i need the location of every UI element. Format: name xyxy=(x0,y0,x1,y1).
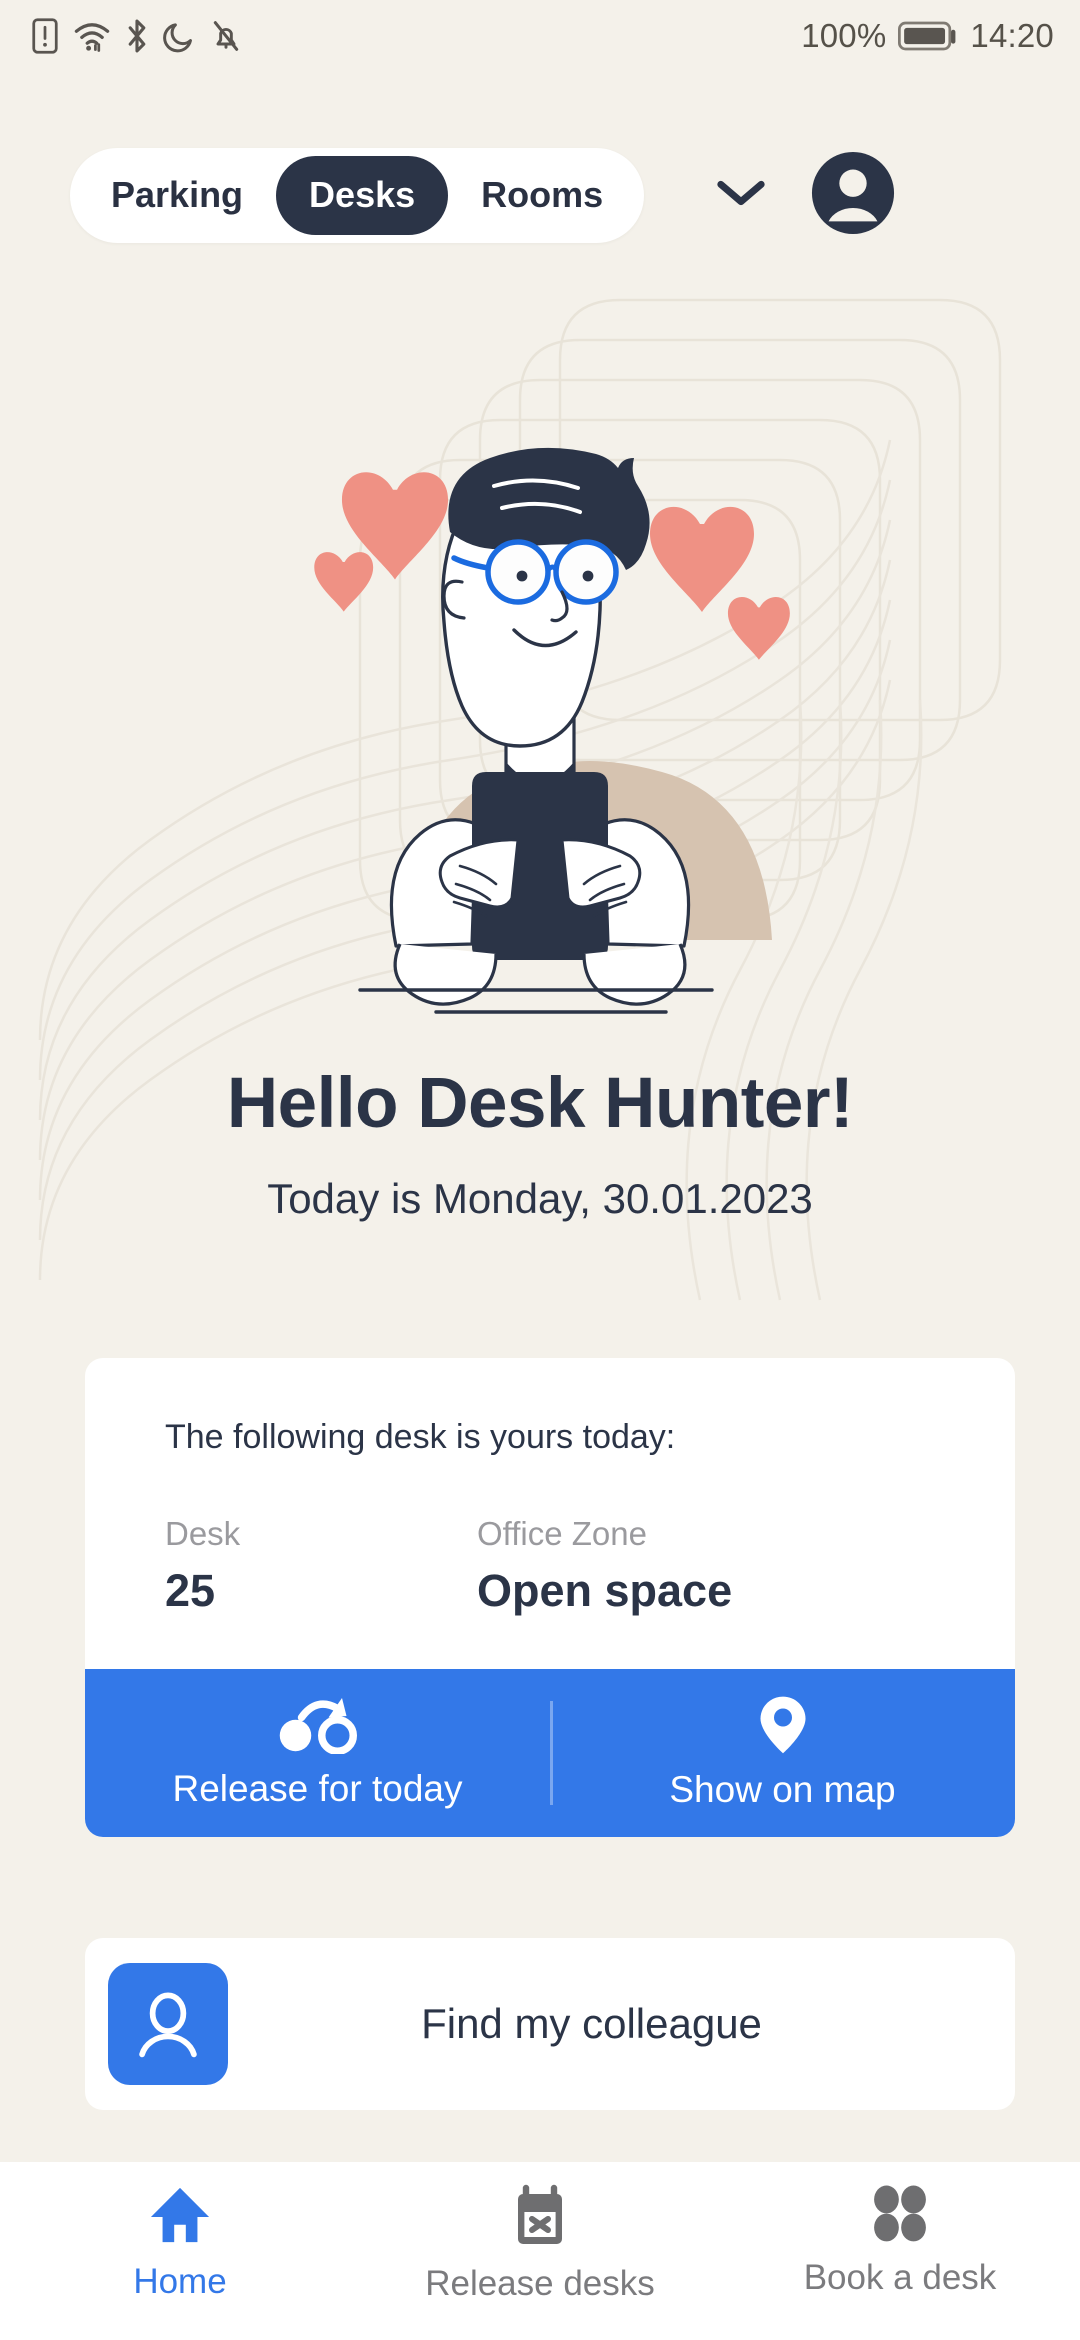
notifications-muted-icon xyxy=(213,21,239,51)
person-outline-icon xyxy=(108,1963,228,2085)
tab-rooms[interactable]: Rooms xyxy=(448,156,636,235)
calendar-x-icon xyxy=(518,2184,562,2244)
clock-label: 14:20 xyxy=(970,17,1054,54)
find-my-colleague-button[interactable]: Find my colleague xyxy=(85,1938,1015,2110)
release-for-today-button[interactable]: Release for today xyxy=(85,1669,550,1837)
office-zone-field-value: Open space xyxy=(477,1565,733,1616)
today-date-label: Today is Monday, 30.01.2023 xyxy=(267,1175,813,1222)
segmented-control[interactable]: Parking Desks Rooms xyxy=(70,147,645,243)
chevron-down-icon[interactable] xyxy=(716,178,766,213)
greeting-block: Hello Desk Hunter! Today is Monday, 30.0… xyxy=(0,1068,1080,1223)
show-on-map-button[interactable]: Show on map xyxy=(550,1669,1015,1837)
office-zone-field-label: Office Zone xyxy=(477,1515,647,1552)
status-bar: 100% 14:20 xyxy=(0,0,1080,72)
desk-field: Desk 25 xyxy=(165,1515,477,1617)
tab-parking-label: Parking xyxy=(111,174,244,215)
sim-alert-icon xyxy=(32,18,58,54)
nav-item-release-desks-label: Release desks xyxy=(425,2264,655,2303)
top-bar: Parking Desks Rooms xyxy=(0,140,1080,250)
page-title: Hello Desk Hunter! xyxy=(226,1064,854,1143)
battery-percent-label: 100% xyxy=(801,17,887,54)
office-zone-field: Office Zone Open space xyxy=(477,1515,732,1617)
do-not-disturb-icon xyxy=(163,23,192,53)
wifi-icon xyxy=(74,23,110,52)
desk-field-label: Desk xyxy=(165,1515,241,1552)
person-holding-phone-with-hearts-illustration xyxy=(0,300,1080,1040)
release-transfer-icon xyxy=(279,1698,357,1754)
account-avatar-icon[interactable] xyxy=(810,150,896,241)
grid-dots-icon xyxy=(874,2185,926,2242)
assigned-desk-card: The following desk is yours today: Desk … xyxy=(85,1358,1015,1837)
bottom-navigation: Home Release desks Book a desk xyxy=(0,2162,1080,2340)
release-for-today-label: Release for today xyxy=(172,1768,463,1809)
map-pin-icon xyxy=(760,1696,805,1754)
desk-action-bar: Release for today Show on map xyxy=(85,1669,1015,1837)
nav-item-book-a-desk-label: Book a desk xyxy=(803,2258,997,2297)
nav-item-release-desks[interactable]: Release desks xyxy=(360,2184,720,2304)
tab-desks[interactable]: Desks xyxy=(276,155,449,235)
nav-item-book-a-desk[interactable]: Book a desk xyxy=(720,2184,1080,2298)
battery-full-icon xyxy=(898,21,956,51)
tab-rooms-label: Rooms xyxy=(481,174,604,215)
home-icon xyxy=(150,2187,210,2243)
find-my-colleague-label: Find my colleague xyxy=(421,2000,762,2047)
app-screen: 100% 14:20 Parking Desks Rooms Hello Des… xyxy=(0,0,1080,2340)
desk-field-value: 25 xyxy=(165,1565,216,1616)
action-divider xyxy=(550,1701,553,1805)
assigned-desk-lead: The following desk is yours today: xyxy=(165,1418,676,1456)
nav-item-home-label: Home xyxy=(133,2262,227,2301)
nav-item-home[interactable]: Home xyxy=(0,2184,360,2302)
bluetooth-icon xyxy=(128,19,146,53)
tab-desks-label: Desks xyxy=(309,174,416,215)
tab-parking[interactable]: Parking xyxy=(78,156,276,235)
show-on-map-label: Show on map xyxy=(669,1769,896,1810)
